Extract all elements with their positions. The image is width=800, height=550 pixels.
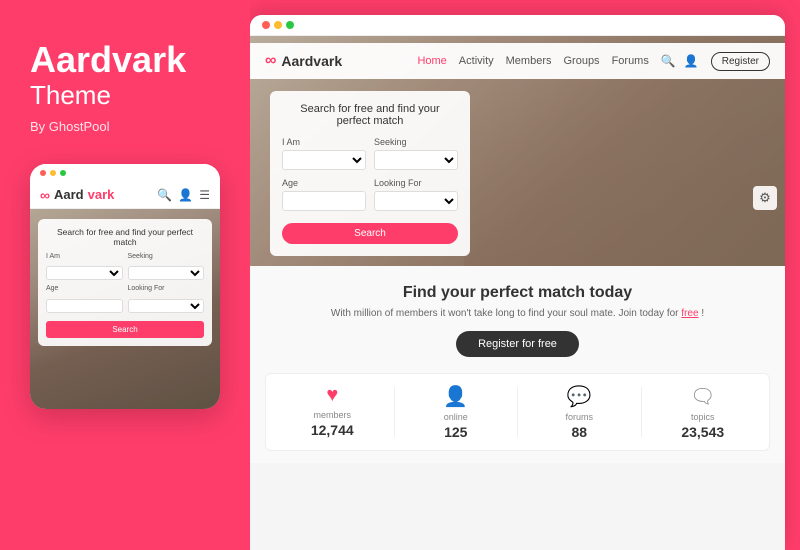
mobile-age-field: Age bbox=[46, 285, 123, 313]
mobile-nav-icons: 🔍 👤 ☰ bbox=[157, 188, 210, 202]
stat-topics-value: 23,543 bbox=[642, 424, 765, 440]
brand-title: Aardvark bbox=[30, 40, 220, 80]
mobile-field-row-2: Age Looking For bbox=[46, 285, 204, 313]
mobile-i-am-select[interactable] bbox=[46, 266, 123, 280]
mobile-seeking-select[interactable] bbox=[128, 266, 205, 280]
nav-icons: 🔍 👤 bbox=[661, 54, 699, 68]
mobile-top-bar bbox=[30, 164, 220, 182]
stat-members-label: members bbox=[271, 410, 394, 420]
form-row-1: I Am Seeking bbox=[282, 137, 458, 170]
mobile-search-icon[interactable]: 🔍 bbox=[157, 188, 172, 202]
desktop-i-am-select[interactable] bbox=[282, 150, 366, 170]
stat-online-value: 125 bbox=[395, 424, 518, 440]
desktop-dot-green bbox=[286, 21, 294, 29]
desktop-i-am-label: I Am bbox=[282, 137, 366, 147]
chat-icon: 💬 bbox=[518, 384, 641, 409]
stats-subtext-end: ! bbox=[701, 308, 704, 319]
heart-icon: ♥ bbox=[271, 384, 394, 407]
right-panel: ∞ Aardvark Home Activity Members Groups … bbox=[250, 15, 785, 550]
brand-by: By GhostPool bbox=[30, 119, 220, 134]
mobile-i-am-label: I Am bbox=[46, 253, 123, 260]
desktop-dot-yellow bbox=[274, 21, 282, 29]
nav-forums[interactable]: Forums bbox=[612, 55, 649, 67]
mobile-logo-pink: vark bbox=[88, 187, 115, 202]
mobile-seeking-label: Seeking bbox=[128, 253, 205, 260]
desktop-logo: ∞ Aardvark bbox=[265, 52, 342, 70]
stats-subtext: With million of members it won't take lo… bbox=[265, 308, 770, 319]
hero-form-title: Search for free and find your perfect ma… bbox=[282, 103, 458, 127]
mobile-nav: ∞ Aard vark 🔍 👤 ☰ bbox=[30, 182, 220, 209]
stats-subtext-link: free bbox=[681, 308, 698, 319]
mobile-looking-select[interactable] bbox=[128, 299, 205, 313]
nav-user-icon[interactable]: 👤 bbox=[684, 54, 699, 68]
mobile-i-am-field: I Am bbox=[46, 253, 123, 281]
bubble-icon: 🗨 bbox=[642, 384, 765, 409]
stat-members-value: 12,744 bbox=[271, 422, 394, 438]
desktop-nav: ∞ Aardvark Home Activity Members Groups … bbox=[250, 43, 785, 79]
nav-members[interactable]: Members bbox=[506, 55, 552, 67]
mobile-hero: Search for free and find your perfect ma… bbox=[30, 209, 220, 409]
mobile-age-input[interactable] bbox=[46, 299, 123, 313]
nav-search-icon[interactable]: 🔍 bbox=[661, 54, 676, 68]
nav-groups[interactable]: Groups bbox=[563, 55, 599, 67]
mobile-mockup: ∞ Aard vark 🔍 👤 ☰ Search for free and fin… bbox=[30, 164, 220, 409]
form-row-2: Age Looking For bbox=[282, 178, 458, 211]
person-icon: 👤 bbox=[395, 384, 518, 409]
mobile-field-row-1: I Am Seeking bbox=[46, 253, 204, 281]
mobile-age-label: Age bbox=[46, 285, 123, 292]
stat-online-label: online bbox=[395, 412, 518, 422]
desktop-looking-label: Looking For bbox=[374, 178, 458, 188]
brand-subtitle: Theme bbox=[30, 80, 220, 111]
nav-home[interactable]: Home bbox=[417, 55, 446, 67]
mobile-dot-red bbox=[40, 170, 46, 176]
nav-activity[interactable]: Activity bbox=[459, 55, 494, 67]
stat-forums-label: forums bbox=[518, 412, 641, 422]
mobile-seeking-field: Seeking bbox=[128, 253, 205, 281]
stat-forums-value: 88 bbox=[518, 424, 641, 440]
mobile-menu-icon[interactable]: ☰ bbox=[199, 188, 210, 202]
desktop-age-field: Age bbox=[282, 178, 366, 211]
settings-gear-button[interactable]: ⚙ bbox=[753, 186, 777, 210]
desktop-logo-text: Aardvark bbox=[281, 53, 342, 69]
mobile-looking-label: Looking For bbox=[128, 285, 205, 292]
desktop-age-label: Age bbox=[282, 178, 366, 188]
hero-search-form: Search for free and find your perfect ma… bbox=[270, 91, 470, 256]
desktop-seeking-label: Seeking bbox=[374, 137, 458, 147]
desktop-looking-select[interactable] bbox=[374, 191, 458, 211]
stat-topics: 🗨 topics 23,543 bbox=[642, 384, 765, 440]
register-button[interactable]: Register bbox=[711, 52, 770, 71]
stat-online: 👤 online 125 bbox=[395, 384, 518, 440]
mobile-dot-green bbox=[60, 170, 66, 176]
mobile-logo: ∞ Aard vark bbox=[40, 187, 114, 203]
mobile-logo-icon: ∞ bbox=[40, 187, 50, 203]
desktop-seeking-select[interactable] bbox=[374, 150, 458, 170]
desktop-seeking-field: Seeking bbox=[374, 137, 458, 170]
stat-topics-label: topics bbox=[642, 412, 765, 422]
mobile-user-icon[interactable]: 👤 bbox=[178, 188, 193, 202]
desktop-top-bar bbox=[250, 15, 785, 36]
register-free-button[interactable]: Register for free bbox=[456, 331, 579, 357]
mobile-search-title: Search for free and find your perfect ma… bbox=[46, 227, 204, 247]
mobile-search-button[interactable]: Search bbox=[46, 321, 204, 338]
stats-headline: Find your perfect match today bbox=[265, 284, 770, 302]
stat-forums: 💬 forums 88 bbox=[518, 384, 641, 440]
desktop-i-am-field: I Am bbox=[282, 137, 366, 170]
desktop-stats-section: Find your perfect match today With milli… bbox=[250, 266, 785, 463]
left-panel: Aardvark Theme By GhostPool ∞ Aardvark 🔍… bbox=[0, 0, 250, 550]
mobile-logo-dark: Aard bbox=[54, 187, 84, 202]
desktop-logo-icon: ∞ bbox=[265, 52, 276, 70]
desktop-nav-links: Home Activity Members Groups Forums 🔍 👤 … bbox=[417, 52, 770, 71]
stat-members: ♥ members 12,744 bbox=[271, 384, 394, 438]
desktop-dot-red bbox=[262, 21, 270, 29]
desktop-search-button[interactable]: Search bbox=[282, 223, 458, 244]
desktop-age-input[interactable] bbox=[282, 191, 366, 211]
stats-subtext-main: With million of members it won't take lo… bbox=[331, 308, 679, 319]
desktop-looking-field: Looking For bbox=[374, 178, 458, 211]
stats-grid: ♥ members 12,744 👤 online 125 💬 forums 8… bbox=[265, 373, 770, 451]
mobile-dot-yellow bbox=[50, 170, 56, 176]
mobile-looking-field: Looking For bbox=[128, 285, 205, 313]
mobile-search-box: Search for free and find your perfect ma… bbox=[38, 219, 212, 346]
